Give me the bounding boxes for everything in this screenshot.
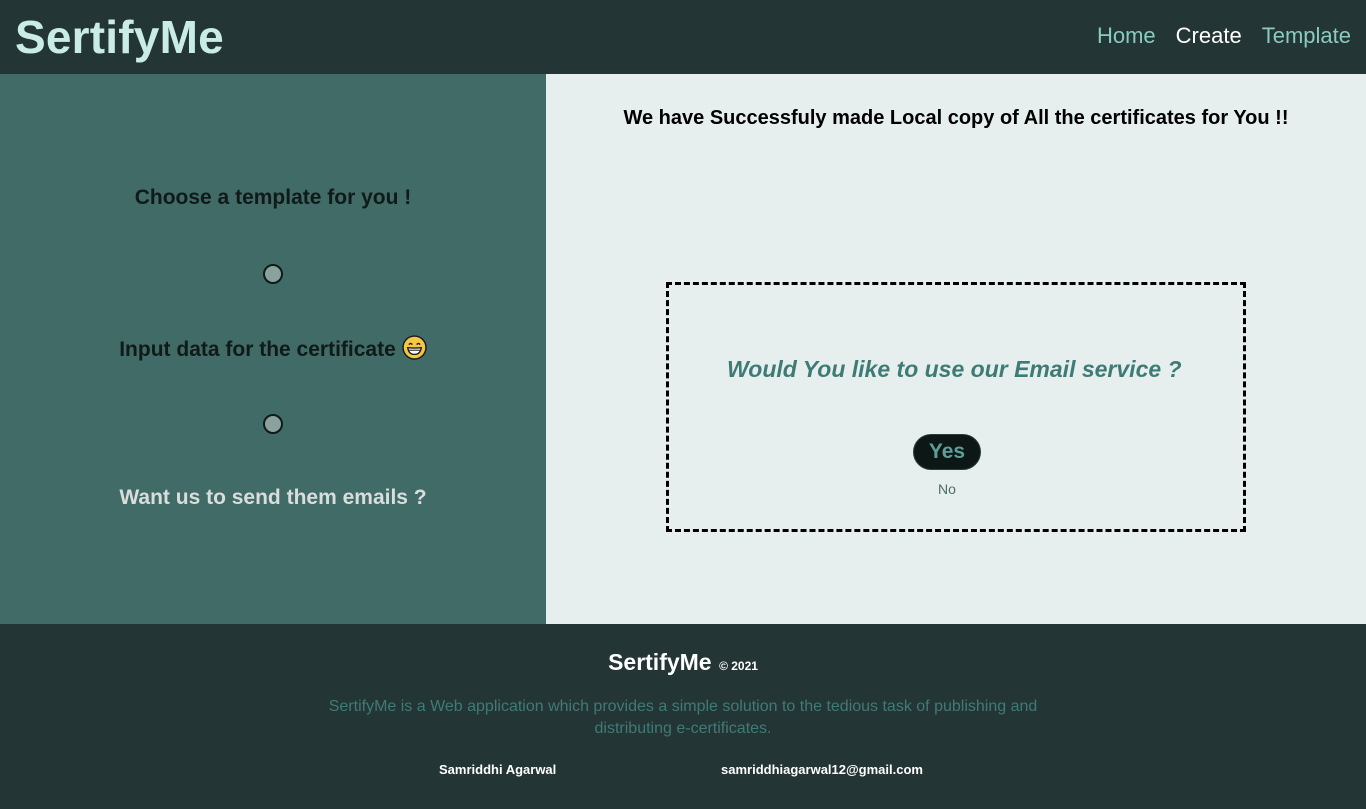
footer-brand: SertifyMe <box>608 649 712 675</box>
step-label: Input data for the certificate <box>119 338 396 361</box>
grinning-face-emoji-icon <box>402 335 427 360</box>
success-message: We have Successfuly made Local copy of A… <box>623 107 1289 129</box>
footer: SertifyMe © 2021 SertifyMe is a Web appl… <box>0 624 1366 809</box>
step-connector-dot <box>263 264 283 284</box>
no-button[interactable]: No <box>913 480 981 498</box>
footer-title: SertifyMe © 2021 <box>0 648 1366 680</box>
nav-create-link[interactable]: Create <box>1176 22 1242 50</box>
footer-author: Samriddhi Agarwal <box>439 762 557 777</box>
footer-description: SertifyMe is a Web application which pro… <box>328 698 1038 737</box>
step-label: Choose a template for you ! <box>134 186 412 209</box>
top-navbar: SertifyMe Home Create Template <box>0 0 1366 74</box>
nav-home-link[interactable]: Home <box>1097 22 1156 50</box>
main-nav: Home Create Template <box>1097 22 1351 50</box>
email-service-question: Would You like to use our Email service … <box>727 356 1182 382</box>
step-input-data: Input data for the certificate <box>0 335 546 363</box>
step-label: Want us to send them emails ? <box>119 486 427 509</box>
step-connector-dot <box>263 414 283 434</box>
email-service-prompt: Would You like to use our Email service … <box>666 282 1246 532</box>
nav-template-link[interactable]: Template <box>1262 22 1351 50</box>
footer-email[interactable]: samriddhiagarwal12@gmail.com <box>721 762 923 778</box>
brand-logo[interactable]: SertifyMe <box>15 10 224 64</box>
step-send-emails: Want us to send them emails ? <box>0 485 546 511</box>
main-content: We have Successfuly made Local copy of A… <box>546 74 1366 624</box>
footer-copyright: © 2021 <box>719 659 758 673</box>
progress-steps-panel: Choose a template for you ! Input data f… <box>0 74 546 624</box>
yes-button[interactable]: Yes <box>913 434 981 470</box>
step-choose-template: Choose a template for you ! <box>0 185 546 211</box>
